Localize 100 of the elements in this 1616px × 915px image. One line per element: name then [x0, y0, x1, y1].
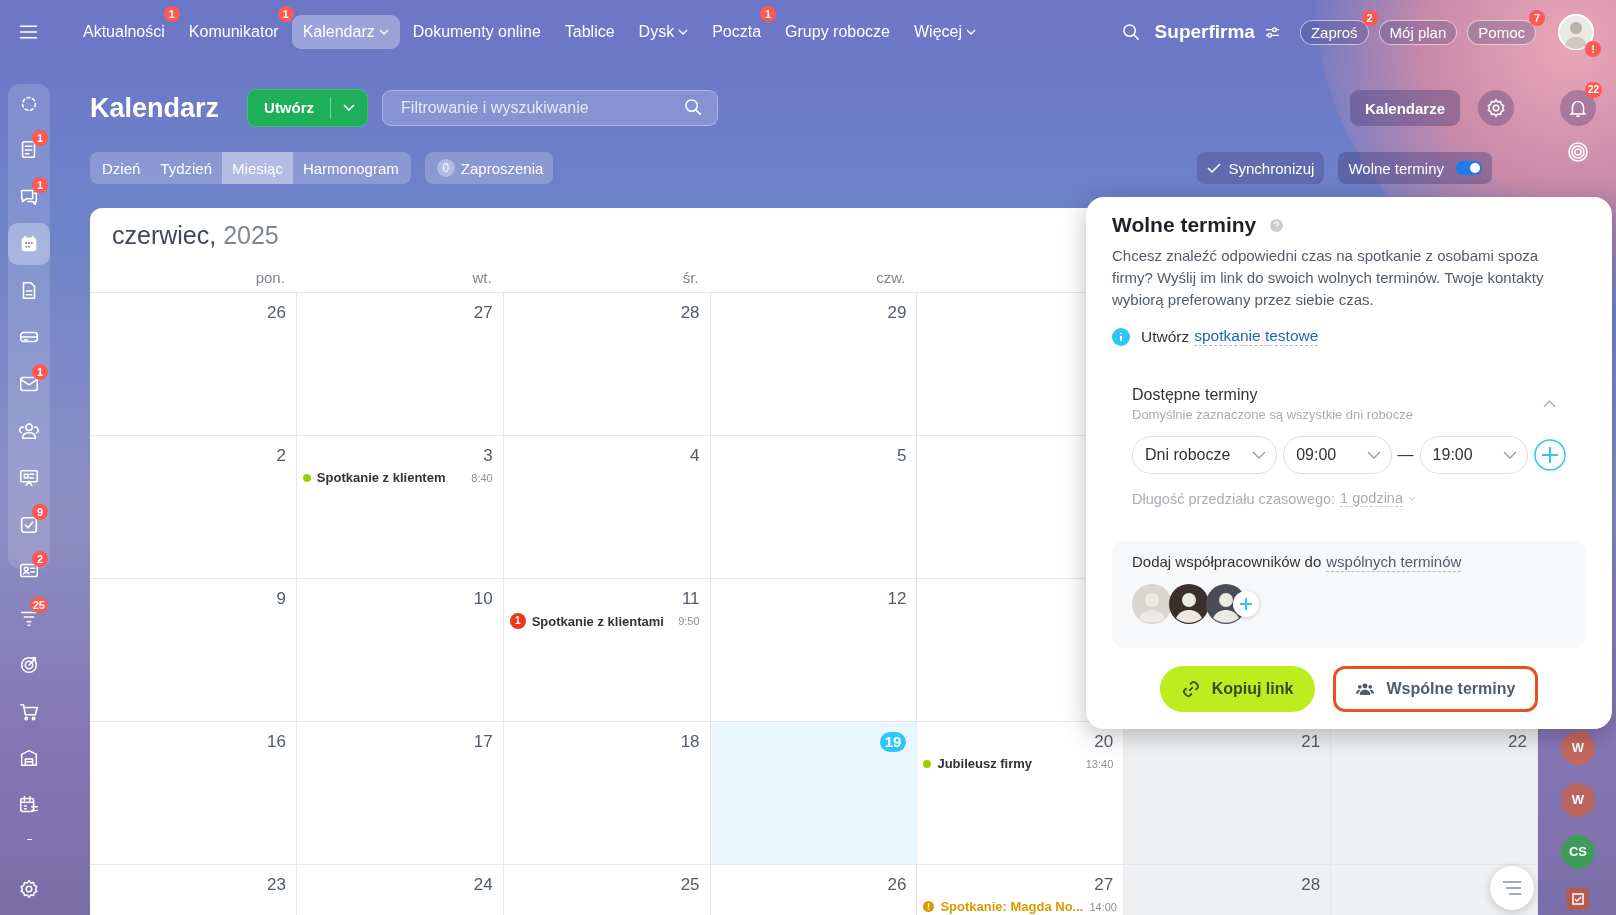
- day-cell[interactable]: 16: [90, 722, 297, 865]
- chevron-icon[interactable]: [1543, 400, 1556, 408]
- notification-badge: 25: [29, 597, 48, 614]
- nav-tab[interactable]: Tablice: [553, 15, 626, 49]
- header-button[interactable]: Pomoc: [1467, 19, 1536, 45]
- header-button[interactable]: Mój plan: [1378, 19, 1458, 45]
- target-icon[interactable]: [1566, 140, 1590, 164]
- day-number: 27: [473, 303, 493, 322]
- company-name[interactable]: Superfirma: [1154, 21, 1255, 43]
- day-cell[interactable]: 23: [90, 865, 297, 915]
- people-icon: [18, 420, 40, 442]
- nav-tab[interactable]: Dokumenty online: [401, 15, 552, 49]
- day-cell[interactable]: 4: [503, 436, 711, 579]
- notification-badge: 1: [32, 363, 48, 380]
- day-cell[interactable]: 26: [90, 293, 297, 436]
- caret-icon: [1503, 451, 1517, 459]
- range-dash: —: [1397, 446, 1414, 464]
- settings-icon: [1485, 97, 1507, 119]
- day-cell[interactable]: 10: [296, 579, 504, 722]
- user-avatar[interactable]: [1132, 584, 1172, 624]
- day-number: 23: [266, 875, 286, 894]
- day-number: 3: [483, 446, 493, 465]
- coworkers-text: Dodaj współpracowników do: [1132, 553, 1322, 572]
- weekday-label: czw.: [876, 269, 906, 286]
- day-number: 5: [896, 446, 907, 465]
- checkbox-icon[interactable]: [1566, 887, 1590, 911]
- day-cell[interactable]: 18: [503, 722, 711, 865]
- notification-badge: 9: [32, 503, 48, 520]
- day-number: 11: [681, 589, 700, 608]
- menu-icon[interactable]: [19, 25, 38, 39]
- user-initials-avatar[interactable]: W: [1561, 731, 1595, 765]
- settings-button[interactable]: [1478, 90, 1514, 126]
- user-avatar[interactable]: [1169, 584, 1209, 624]
- test-meeting-link[interactable]: spotkanie testowe: [1194, 327, 1319, 346]
- day-cell[interactable]: 9: [90, 579, 297, 722]
- calendar-event[interactable]: Jubileusz firmy 13:40: [921, 756, 1114, 771]
- caret-icon[interactable]: [1408, 496, 1416, 501]
- weekday-label: pon.: [255, 269, 285, 286]
- day-cell[interactable]: 29: [710, 293, 918, 436]
- shared-slots-link[interactable]: wspólnych terminów: [1326, 553, 1462, 572]
- toggle-switch[interactable]: [1456, 161, 1482, 175]
- nav-tab[interactable]: Dysk: [627, 15, 700, 49]
- sidebar-item[interactable]: 1: [8, 363, 50, 405]
- invitations-count: 0: [436, 159, 455, 177]
- sidebar-item[interactable]: 1: [8, 176, 50, 218]
- sync-button[interactable]: Synchronizuj: [1196, 152, 1325, 184]
- nav-tab[interactable]: Więcej: [903, 15, 988, 49]
- invitations-label: Zaproszenia: [460, 159, 544, 177]
- day-cell[interactable]: 25: [503, 865, 711, 915]
- calendars-button[interactable]: Kalendarze: [1349, 90, 1460, 126]
- day-number: 27: [1094, 875, 1114, 894]
- day-cell[interactable]: 27: [296, 293, 504, 436]
- sidebar-item[interactable]: 1: [8, 129, 50, 172]
- link-icon: [1181, 680, 1200, 698]
- check-icon: [1206, 163, 1221, 173]
- sidebar-item[interactable]: 9: [8, 503, 50, 546]
- search-icon[interactable]: [684, 98, 704, 117]
- sidebar-item[interactable]: 2: [8, 550, 50, 592]
- alert-badge: !: [1585, 41, 1601, 57]
- day-number: 22: [1508, 732, 1527, 751]
- caret-icon: [966, 29, 977, 35]
- day-cell[interactable]: 28: [1124, 865, 1332, 915]
- day-cell[interactable]: 28: [503, 293, 711, 436]
- day-cell[interactable]: 2: [90, 436, 297, 579]
- section-hint: Domyślnie zaznaczone są wszystkie dni robocze: [1132, 407, 1414, 422]
- page-title: Kalendarz: [90, 92, 220, 124]
- day-number: 10: [473, 589, 493, 608]
- day-cell[interactable]: 24: [296, 865, 504, 915]
- calendar-event[interactable]: Spotkanie z klientem 8:40: [300, 470, 493, 485]
- user-initials-avatar[interactable]: CS: [1561, 835, 1595, 869]
- nav-tab[interactable]: Grupy robocze: [774, 15, 901, 49]
- day-number: 29: [887, 303, 907, 322]
- free-slots-control[interactable]: Wolne terminy: [1338, 152, 1492, 184]
- day-number: 19: [879, 732, 907, 752]
- day-number: 16: [266, 732, 286, 751]
- day-cell[interactable]: 5: [710, 436, 918, 579]
- sliders-icon[interactable]: [1264, 25, 1280, 39]
- day-number: 9: [276, 589, 286, 608]
- copy-link-button[interactable]: Kopiuj link: [1159, 666, 1316, 712]
- info-icon: [1112, 327, 1130, 346]
- day-cell[interactable]: 26: [710, 865, 918, 915]
- search-icon[interactable]: [1121, 22, 1141, 42]
- add-icon[interactable]: [1534, 439, 1566, 471]
- calendar-event[interactable]: 1 Spotkanie z klientami 9:50: [507, 613, 700, 629]
- day-number: 26: [266, 303, 286, 322]
- day-cell[interactable]: 11 1 Spotkanie z klientami 9:50: [503, 579, 711, 722]
- sidebar-item[interactable]: [8, 223, 50, 265]
- sidebar-item[interactable]: 25: [8, 597, 50, 639]
- day-cell[interactable]: 17: [296, 722, 504, 865]
- user-initials-avatar[interactable]: W: [1561, 783, 1595, 817]
- notification-badge: 22: [1584, 82, 1602, 98]
- add-user-icon[interactable]: [1233, 591, 1259, 617]
- shared-slots-button[interactable]: Wspólne terminy: [1333, 666, 1539, 712]
- event-count-badge: 1: [509, 613, 526, 629]
- day-number: 20: [1094, 732, 1114, 751]
- day-number: 24: [473, 875, 493, 894]
- notification-badge: 1: [760, 6, 777, 22]
- day-number: 21: [1301, 732, 1321, 751]
- day-cell[interactable]: 3 Spotkanie z klientem 8:40: [296, 436, 504, 579]
- weekday-label: wt.: [472, 269, 492, 286]
